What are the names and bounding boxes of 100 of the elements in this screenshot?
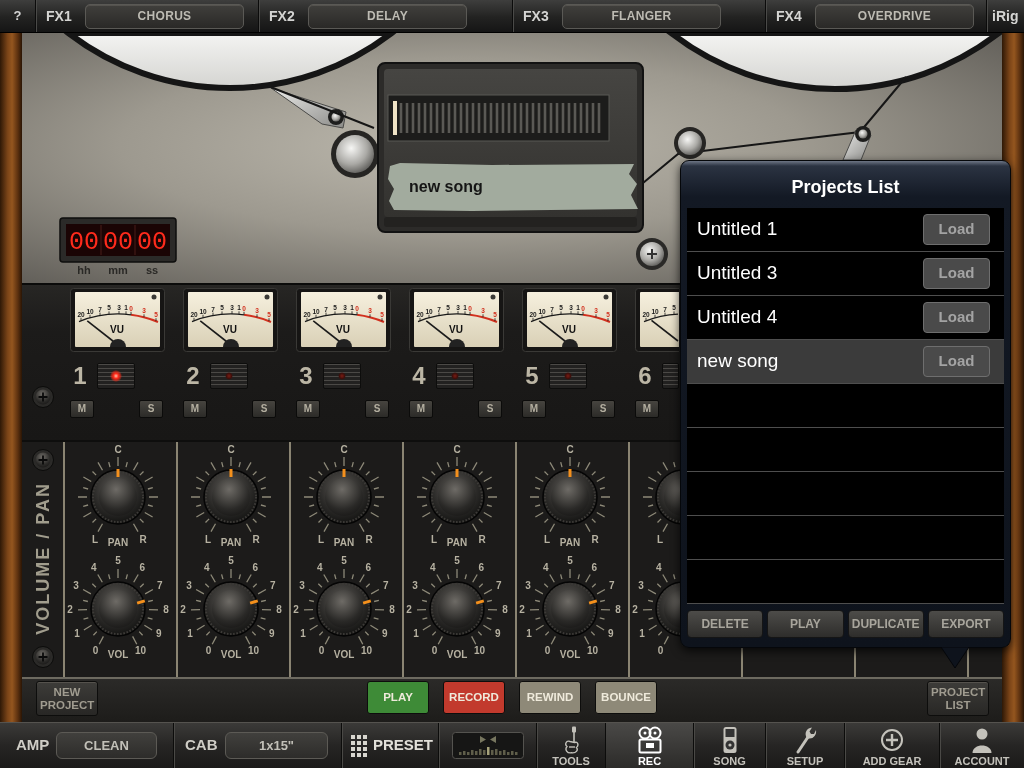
volume-scale-label: 3 — [73, 580, 79, 591]
effect-button[interactable]: DELAY — [308, 3, 467, 29]
solo-button[interactable]: S — [591, 400, 615, 418]
volume-scale-label: 0 — [318, 646, 325, 657]
volume-scale-label: 9 — [382, 629, 388, 640]
volume-scale-label: 8 — [163, 605, 169, 615]
amp-model-button[interactable]: CLEAN — [56, 732, 157, 759]
project-name: Untitled 3 — [697, 261, 778, 286]
project-list-button[interactable]: PROJECT LIST — [927, 681, 989, 716]
effect-button[interactable]: OVERDRIVE — [815, 3, 974, 29]
knob-caption: VOL — [559, 650, 581, 660]
fx-slot-label: FX4 — [776, 6, 803, 26]
screw-icon — [31, 386, 54, 408]
popover-action-button[interactable]: DUPLICATE — [847, 610, 924, 638]
toolbar-tab[interactable]: REC — [606, 723, 694, 768]
record-arm-button[interactable] — [97, 363, 135, 389]
needle-pivot — [449, 339, 465, 347]
pan-scale-label: L — [430, 535, 438, 545]
volume-scale-label: 2 — [67, 605, 73, 615]
volume-scale-label: 10 — [473, 646, 486, 657]
guide-roller — [636, 238, 668, 270]
solo-button[interactable]: S — [478, 400, 502, 418]
needle-pivot — [223, 339, 239, 347]
load-button[interactable]: Load — [923, 258, 990, 289]
counter-digits: 00 — [137, 228, 167, 257]
record-arm-button[interactable] — [323, 363, 361, 389]
mute-button[interactable]: M — [296, 400, 320, 418]
solo-button[interactable]: S — [365, 400, 389, 418]
pan-scale-label: L — [543, 535, 551, 545]
pan-scale-label: L — [91, 535, 99, 545]
mute-button[interactable]: M — [409, 400, 433, 418]
volume-scale-label: 3 — [186, 580, 192, 591]
load-button[interactable]: Load — [923, 346, 990, 377]
mute-button[interactable]: M — [635, 400, 659, 418]
fx-slot-label: FX1 — [46, 6, 73, 26]
volume-scale-label: 2 — [519, 605, 525, 615]
screw-icon — [31, 646, 54, 668]
load-button[interactable]: Load — [923, 302, 990, 333]
effect-button[interactable]: CHORUS — [85, 3, 244, 29]
preset-button[interactable]: PRESET — [351, 734, 433, 757]
knob-caption: PAN — [220, 538, 242, 548]
volume-scale-label: 1 — [526, 629, 532, 640]
project-row[interactable]: Untitled 3 Load — [687, 252, 1004, 296]
transport-button[interactable]: BOUNCE — [595, 681, 657, 714]
volume-scale-label: 10 — [586, 646, 599, 657]
meter-scale-arc — [643, 311, 679, 323]
meter-label: VU — [562, 324, 576, 335]
solo-button[interactable]: S — [252, 400, 276, 418]
popover-action-button[interactable]: EXPORT — [927, 610, 1004, 638]
volume-scale-label: 1 — [74, 629, 80, 640]
record-arm-button[interactable] — [210, 363, 248, 389]
popover-action-button[interactable]: DELETE — [687, 610, 764, 638]
volume-scale-label: 3 — [412, 580, 418, 591]
mute-button[interactable]: M — [70, 400, 94, 418]
cabinet-button[interactable]: 1x15" — [225, 732, 328, 759]
track-number: 6 — [637, 363, 653, 389]
mute-button[interactable]: M — [183, 400, 207, 418]
volume-scale-label: 2 — [406, 605, 412, 615]
toolbar-tab[interactable]: SONG — [694, 723, 766, 768]
meter-label: VU — [110, 324, 124, 335]
toolbar-tab[interactable]: SETUP — [766, 723, 845, 768]
transport-button[interactable]: PLAY — [367, 681, 429, 714]
record-arm-button[interactable] — [436, 363, 474, 389]
meter-label: VU — [336, 324, 350, 335]
guide-roller — [331, 130, 379, 178]
mini-level-display[interactable] — [452, 732, 524, 759]
toolbar-tab[interactable]: ADD GEAR — [845, 723, 940, 768]
volume-scale-label: 9 — [156, 629, 162, 640]
volume-scale-label: 6 — [139, 562, 146, 573]
mute-button[interactable]: M — [522, 400, 546, 418]
load-button[interactable]: Load — [923, 214, 990, 245]
toolbar-tab[interactable]: ACCOUNT — [940, 723, 1024, 768]
volume-scale-label: 9 — [495, 629, 501, 640]
track-number: 2 — [185, 363, 201, 389]
volume-scale-label: 3 — [299, 580, 305, 591]
transport-button[interactable]: REWIND — [519, 681, 581, 714]
needle-pivot — [110, 339, 126, 347]
pan-scale-label: R — [591, 535, 599, 545]
volume-scale-label: 7 — [496, 580, 502, 591]
volume-scale-label: 1 — [413, 629, 419, 640]
solo-button[interactable]: S — [139, 400, 163, 418]
project-row[interactable]: Untitled 1 Load — [687, 208, 1004, 252]
transport-button[interactable]: RECORD — [443, 681, 505, 714]
project-row[interactable]: new song Load — [687, 340, 1004, 384]
volume-scale-label: 7 — [383, 580, 389, 591]
popover-action-button[interactable]: PLAY — [767, 610, 844, 638]
record-arm-button[interactable] — [549, 363, 587, 389]
new-project-button[interactable]: NEW PROJECT — [36, 681, 98, 716]
counter-digits: 00 — [69, 228, 99, 257]
pan-scale-label: R — [478, 535, 486, 545]
volume-scale-label: 2 — [293, 605, 299, 615]
volume-scale-label: 4 — [316, 562, 323, 573]
effect-button[interactable]: FLANGER — [562, 3, 721, 29]
volume-scale-label: 4 — [203, 562, 210, 573]
pan-scale-label: C — [566, 445, 574, 455]
record-arm-button[interactable] — [662, 363, 679, 389]
brand-label: iRig — [992, 6, 1019, 26]
tape-recorder-icon — [637, 726, 662, 754]
help-button[interactable]: ? — [0, 0, 35, 32]
pan-scale-label: R — [365, 535, 373, 545]
